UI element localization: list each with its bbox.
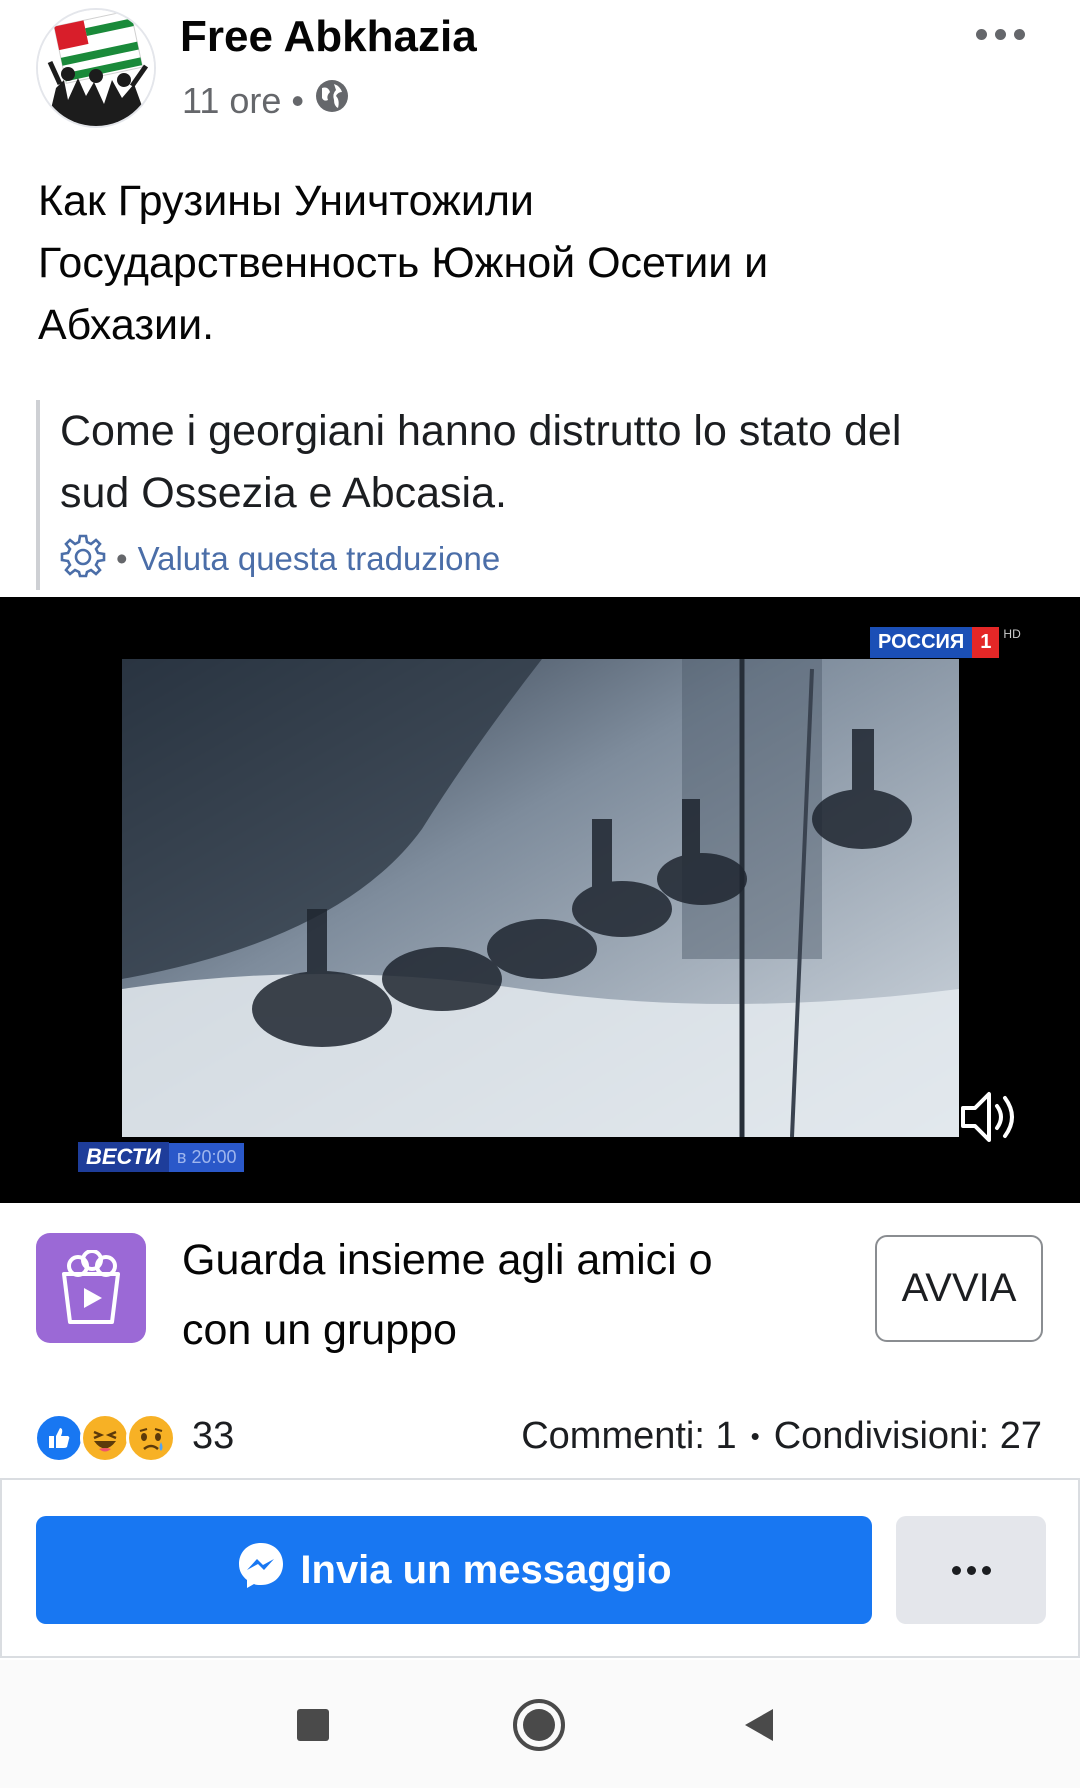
page-avatar[interactable] [36, 8, 156, 128]
post-more-button[interactable] [960, 14, 1040, 54]
messenger-icon [236, 1540, 286, 1600]
meta-separator: • [291, 79, 305, 121]
watch-party-text: Guarda insieme agli amici o con un grupp… [182, 1225, 782, 1365]
post-text-line: Абхазии. [38, 301, 215, 349]
news-time: в 20:00 [168, 1142, 245, 1172]
post-header: Free Abkhazia 11 ore • [0, 0, 1080, 150]
page-name[interactable]: Free Abkhazia [180, 12, 477, 62]
post-time[interactable]: 11 ore [182, 80, 281, 122]
translation-footer: • Valuta questa traduzione [60, 532, 1046, 586]
haha-icon [80, 1413, 130, 1463]
post-text: Как Грузины Уничтожили Государственность… [38, 170, 1038, 356]
watch-party-line: Guarda insieme agli amici o [182, 1236, 713, 1284]
comments-count[interactable]: Commenti: 1 [521, 1415, 736, 1458]
post-text-line: Как Грузины Уничтожили [38, 177, 534, 225]
more-dot [975, 28, 987, 40]
square-icon[interactable] [278, 1690, 348, 1760]
more-dot [1013, 28, 1025, 40]
action-bar: Invia un messaggio [0, 1478, 1080, 1658]
channel-number: 1 [972, 626, 1000, 658]
more-dot [951, 1565, 961, 1575]
translation-block: Come i georgiani hanno distrutto lo stat… [36, 400, 1046, 590]
translation-line: sud Ossezia e Abcasia. [60, 469, 507, 517]
post-text-line: Государственность Южной Осетии и [38, 239, 769, 287]
more-dot [994, 28, 1006, 40]
like-icon [34, 1413, 84, 1463]
translation-text: Come i georgiani hanno distrutto lo stat… [60, 400, 1046, 524]
start-watch-party-button[interactable]: AVVIA [875, 1235, 1043, 1342]
gear-icon[interactable] [60, 532, 106, 586]
triangle-back-icon[interactable] [724, 1690, 794, 1760]
reactions-row: 33 Commenti: 1 • Condivisioni: 27 [0, 1395, 1080, 1475]
popcorn-icon [36, 1233, 146, 1343]
more-dot [981, 1565, 991, 1575]
system-navigation-bar [0, 1660, 1080, 1788]
video-frame [122, 659, 959, 1137]
speaker-icon[interactable] [955, 1082, 1025, 1152]
news-badge: ВЕСТИ в 20:00 [78, 1142, 245, 1172]
video-player[interactable]: РОССИЯ 1 HD ВЕСТИ в 20:00 [0, 597, 1080, 1203]
reaction-icons[interactable] [34, 1413, 176, 1463]
translation-line: Come i georgiani hanno distrutto lo stat… [60, 407, 902, 455]
circle-icon[interactable] [504, 1690, 574, 1760]
news-name: ВЕСТИ [78, 1142, 169, 1172]
shares-count[interactable]: Condivisioni: 27 [774, 1415, 1042, 1458]
channel-badge: РОССИЯ 1 HD [870, 626, 1021, 658]
globe-icon [314, 78, 350, 123]
send-message-button[interactable]: Invia un messaggio [36, 1516, 872, 1624]
page-logo-icon [38, 10, 154, 126]
post-meta: 11 ore • [182, 78, 350, 123]
translation-separator: • [116, 540, 128, 577]
action-more-button[interactable] [896, 1516, 1046, 1624]
send-message-label: Invia un messaggio [300, 1547, 672, 1592]
more-dot [966, 1565, 976, 1575]
watch-party-line: con un gruppo [182, 1306, 457, 1354]
rate-translation-link[interactable]: Valuta questa traduzione [138, 540, 501, 578]
stats-separator: • [750, 1421, 760, 1451]
video-still [122, 659, 959, 1137]
channel-hd: HD [1003, 627, 1021, 641]
channel-name: РОССИЯ [870, 626, 973, 658]
watch-party-row: Guarda insieme agli amici o con un grupp… [0, 1205, 1080, 1380]
post-stats: Commenti: 1 • Condivisioni: 27 [521, 1415, 1042, 1458]
reaction-count[interactable]: 33 [192, 1415, 234, 1458]
sad-icon [126, 1413, 176, 1463]
